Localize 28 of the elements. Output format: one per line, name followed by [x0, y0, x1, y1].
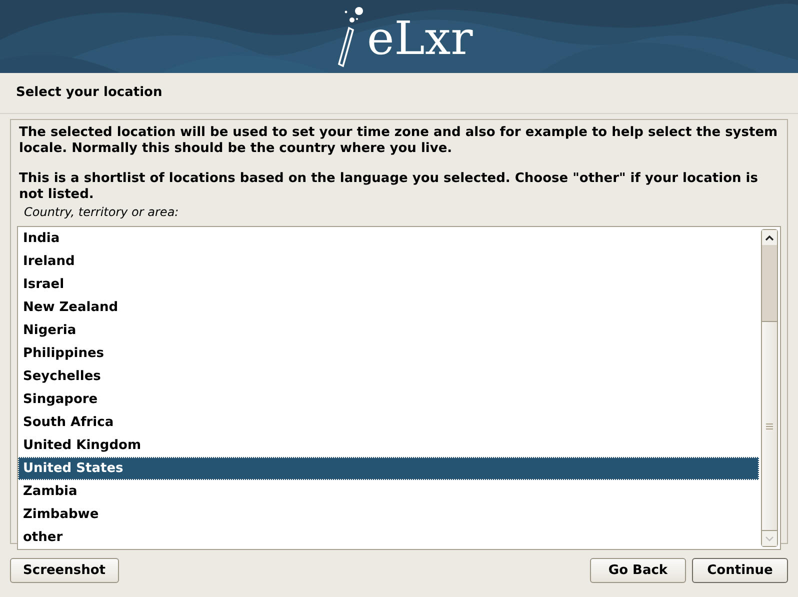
action-button[interactable]: Screenshot	[10, 558, 119, 583]
description-text: The selected location will be used to set your time zone and also for example to help select the system locale. Normally this should be the country where you live.	[19, 125, 779, 157]
list-item[interactable]: Philippines	[18, 342, 759, 365]
list-item[interactable]: South Africa	[18, 411, 759, 434]
scrollbar[interactable]	[761, 229, 778, 547]
list-item[interactable]: United States	[18, 457, 759, 480]
list-item[interactable]: Israel	[18, 273, 759, 296]
grip-icon	[766, 422, 773, 430]
scroll-thumb[interactable]	[762, 321, 777, 531]
list-item[interactable]: Zimbabwe	[18, 503, 759, 526]
logo-text: eLxr	[367, 10, 473, 67]
list-item[interactable]: New Zealand	[18, 296, 759, 319]
test-tube-icon	[337, 6, 363, 68]
list-label: Country, territory or area:	[24, 205, 180, 219]
list-item[interactable]: Singapore	[18, 388, 759, 411]
list-item[interactable]: Zambia	[18, 480, 759, 503]
list-item[interactable]: other	[18, 526, 759, 549]
list-item[interactable]: Ireland	[18, 250, 759, 273]
scroll-down-icon[interactable]	[765, 536, 774, 542]
list-item[interactable]: Nigeria	[18, 319, 759, 342]
scroll-up-icon[interactable]	[765, 234, 774, 240]
page-title: Select your location	[0, 73, 798, 114]
list-item[interactable]: India	[18, 227, 759, 250]
action-button[interactable]: Continue	[692, 558, 788, 583]
list-item[interactable]: Seychelles	[18, 365, 759, 388]
description-text: This is a shortlist of locations based on the language you selected. Choose "other" if your location is not listed.	[19, 171, 759, 203]
list-item[interactable]: United Kingdom	[18, 434, 759, 457]
action-button[interactable]: Go Back	[590, 558, 686, 583]
